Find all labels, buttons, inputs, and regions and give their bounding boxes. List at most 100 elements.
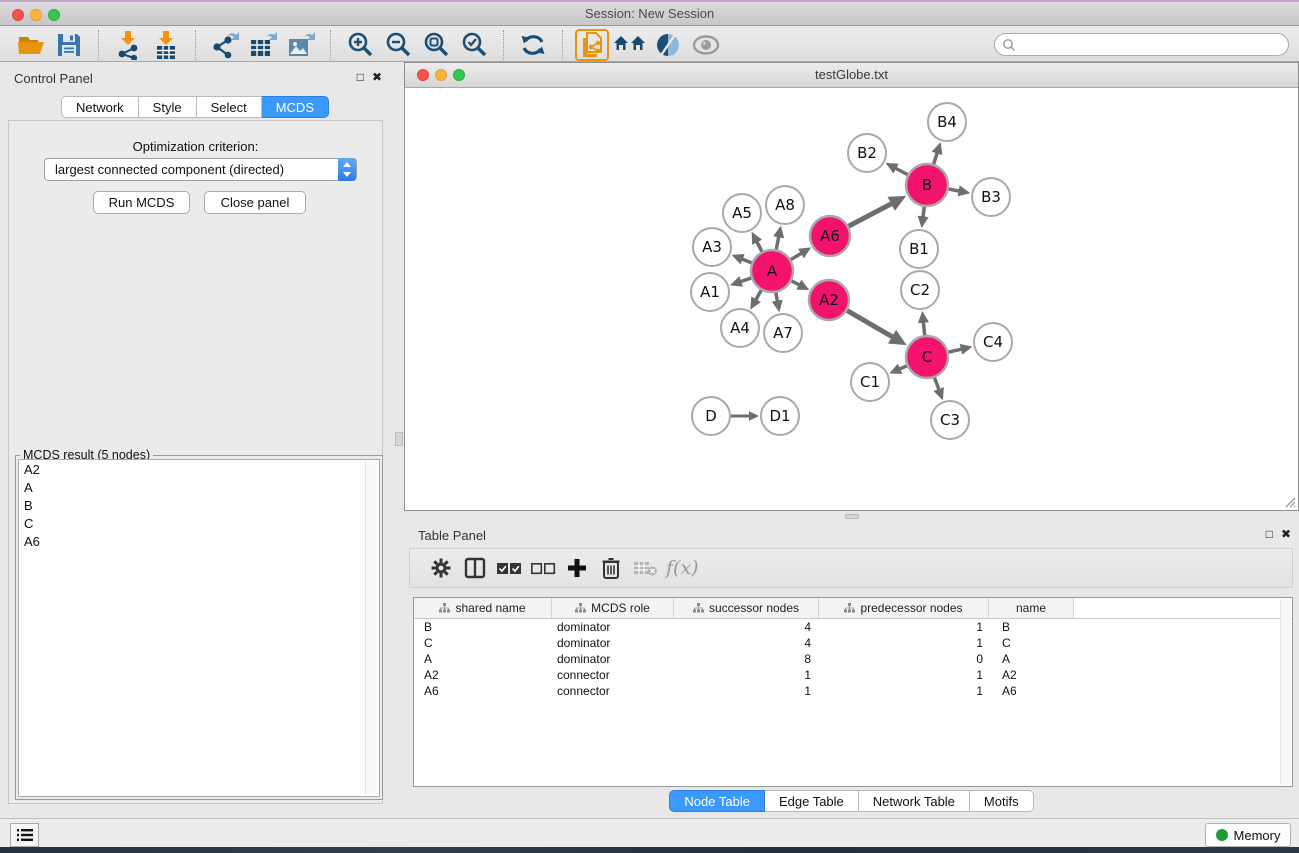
column-header-shared-name[interactable]: shared name xyxy=(414,598,552,618)
mcds-result-item[interactable]: A2 xyxy=(19,460,379,478)
graph-node-A3[interactable]: A3 xyxy=(693,228,731,266)
export-image-icon[interactable] xyxy=(284,30,318,60)
column-type-icon xyxy=(575,603,586,613)
save-session-icon[interactable] xyxy=(52,30,86,60)
mcds-result-group: MCDS result (5 nodes) A2ABCA6 xyxy=(15,455,383,800)
horizontal-splitter-handle[interactable] xyxy=(845,514,859,519)
graph-node-C1[interactable]: C1 xyxy=(851,363,889,401)
zoom-out-icon[interactable] xyxy=(381,30,415,60)
float-panel-icon[interactable]: □ xyxy=(357,70,364,84)
select-all-icon[interactable] xyxy=(492,552,526,584)
delete-row-trash-icon[interactable] xyxy=(594,552,628,584)
close-table-panel-icon[interactable]: ✖ xyxy=(1281,527,1291,541)
column-header-name[interactable]: name xyxy=(989,598,1074,618)
deselect-all-icon[interactable] xyxy=(526,552,560,584)
zoom-selected-icon[interactable] xyxy=(457,30,491,60)
show-column-icon[interactable] xyxy=(458,552,492,584)
export-network-icon[interactable] xyxy=(208,30,242,60)
network-canvas[interactable]: A A6 A2 B C A5A8 A3 A1A4A7 B2 B4B3 B1C2 C4 C1 C3 D D1 xyxy=(405,88,1298,510)
vertical-splitter-handle[interactable] xyxy=(395,432,403,446)
network-zoom-button[interactable] xyxy=(453,69,465,81)
tab-style[interactable]: Style xyxy=(139,96,197,118)
run-mcds-button[interactable]: Run MCDS xyxy=(93,191,190,214)
table-row[interactable]: Adominator80A xyxy=(414,651,1292,667)
network-close-button[interactable] xyxy=(417,69,429,81)
mcds-list-scrollbar[interactable] xyxy=(365,461,378,795)
import-table-icon[interactable] xyxy=(149,30,183,60)
graph-node-C4[interactable]: C4 xyxy=(974,323,1012,361)
mcds-result-item[interactable]: C xyxy=(19,514,379,532)
float-table-panel-icon[interactable]: □ xyxy=(1266,527,1273,541)
tab-mcds[interactable]: MCDS xyxy=(262,96,329,118)
table-row[interactable]: A2connector11A2 xyxy=(414,667,1292,683)
column-header-predecessor-nodes[interactable]: predecessor nodes xyxy=(819,598,989,618)
eye-icon[interactable] xyxy=(689,30,723,60)
criterion-dropdown[interactable]: largest connected component (directed) xyxy=(44,158,357,181)
delete-table-icon[interactable] xyxy=(628,552,662,584)
table-row[interactable]: A6connector11A6 xyxy=(414,683,1292,699)
graph-node-B2[interactable]: B2 xyxy=(848,134,886,172)
graph-node-B3[interactable]: B3 xyxy=(972,178,1010,216)
network-window-titlebar[interactable]: testGlobe.txt xyxy=(405,63,1298,88)
graph-node-B4[interactable]: B4 xyxy=(928,103,966,141)
task-history-button[interactable] xyxy=(10,823,39,847)
zoom-fit-icon[interactable] xyxy=(419,30,453,60)
mcds-result-item[interactable]: A xyxy=(19,478,379,496)
graph-node-D1[interactable]: D1 xyxy=(761,397,799,435)
export-table-icon[interactable] xyxy=(246,30,280,60)
graph-node-B[interactable]: B xyxy=(906,164,948,206)
show-graphics-details-icon[interactable] xyxy=(651,30,685,60)
close-panel-button[interactable]: Close panel xyxy=(204,191,306,214)
graph-node-A[interactable]: A xyxy=(751,250,793,292)
tab-network[interactable]: Network xyxy=(61,96,139,118)
tab-node-table[interactable]: Node Table xyxy=(669,790,765,812)
tab-edge-table[interactable]: Edge Table xyxy=(765,790,859,812)
table-tabs: Node TableEdge TableNetwork TableMotifs xyxy=(404,790,1299,812)
minimize-window-button[interactable] xyxy=(30,9,42,21)
mcds-result-item[interactable]: B xyxy=(19,496,379,514)
close-panel-icon[interactable]: ✖ xyxy=(372,70,382,84)
graph-node-C[interactable]: C xyxy=(906,336,948,378)
close-window-button[interactable] xyxy=(12,9,24,21)
column-header-mcds-role[interactable]: MCDS role xyxy=(552,598,674,618)
graph-node-C3[interactable]: C3 xyxy=(931,401,969,439)
zoom-window-button[interactable] xyxy=(48,9,60,21)
add-row-plus-icon[interactable] xyxy=(560,552,594,584)
graph-node-A8[interactable]: A8 xyxy=(766,186,804,224)
table-options-gear-icon[interactable] xyxy=(424,552,458,584)
graph-node-A6[interactable]: A6 xyxy=(810,216,850,256)
graph-node-A5[interactable]: A5 xyxy=(723,194,761,232)
zoom-in-icon[interactable] xyxy=(343,30,377,60)
graph-node-A4[interactable]: A4 xyxy=(721,309,759,347)
column-header-successor-nodes[interactable]: successor nodes xyxy=(674,598,819,618)
function-builder-icon[interactable]: f(x) xyxy=(666,557,699,579)
mcds-result-item[interactable]: A6 xyxy=(19,532,379,550)
open-session-icon[interactable] xyxy=(14,30,48,60)
resize-grip-icon[interactable] xyxy=(1282,494,1296,508)
table-row[interactable]: Cdominator41C xyxy=(414,635,1292,651)
memory-button[interactable]: Memory xyxy=(1205,823,1291,847)
table-scrollbar[interactable] xyxy=(1280,599,1291,785)
network-minimize-button[interactable] xyxy=(435,69,447,81)
table-cell: dominator xyxy=(552,652,674,666)
table-row[interactable]: Bdominator41B xyxy=(414,619,1292,635)
first-neighbors-icon[interactable] xyxy=(613,30,647,60)
graph-node-C2[interactable]: C2 xyxy=(901,271,939,309)
graph-node-A7[interactable]: A7 xyxy=(764,314,802,352)
tab-network-table[interactable]: Network Table xyxy=(859,790,970,812)
table-cell: connector xyxy=(552,668,674,682)
graph-node-B1[interactable]: B1 xyxy=(900,230,938,268)
refresh-icon[interactable] xyxy=(516,30,550,60)
graph-node-A1[interactable]: A1 xyxy=(691,273,729,311)
search-input[interactable] xyxy=(1016,36,1288,54)
import-network-icon[interactable] xyxy=(111,30,145,60)
network-view-window: testGlobe.txt A A6 A2 B C A5A8 A3 A1A4A7 B2 B4B3 B… xyxy=(404,62,1299,511)
search-field[interactable] xyxy=(994,33,1289,56)
tab-select[interactable]: Select xyxy=(197,96,262,118)
tab-motifs[interactable]: Motifs xyxy=(970,790,1034,812)
mcds-result-list[interactable]: A2ABCA6 xyxy=(18,459,380,797)
graph-node-D[interactable]: D xyxy=(692,397,730,435)
new-network-from-selection-icon[interactable] xyxy=(575,29,609,61)
graph-node-A2[interactable]: A2 xyxy=(809,280,849,320)
node-table[interactable]: shared nameMCDS rolesuccessor nodesprede… xyxy=(413,597,1293,787)
